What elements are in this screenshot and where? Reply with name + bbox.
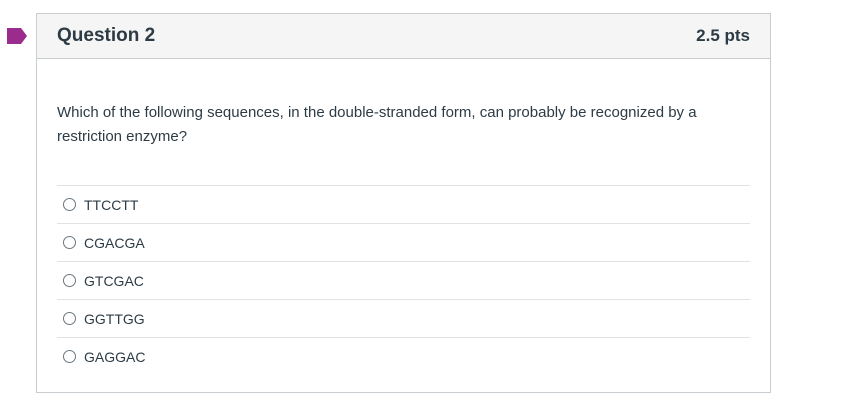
answer-label[interactable]: GGTTGG bbox=[84, 311, 145, 327]
radio-button[interactable] bbox=[63, 312, 76, 325]
answer-label[interactable]: GTCGAC bbox=[84, 273, 144, 289]
answer-option[interactable]: GAGGAC bbox=[57, 338, 750, 375]
question-text: Which of the following sequences, in the… bbox=[57, 104, 697, 145]
radio-button[interactable] bbox=[63, 236, 76, 249]
radio-button[interactable] bbox=[63, 350, 76, 363]
question-title: Question 2 bbox=[57, 25, 156, 46]
question-card: Question 2 2.5 pts Which of the followin… bbox=[36, 13, 771, 393]
flag-icon[interactable] bbox=[6, 27, 28, 45]
answer-label[interactable]: TTCCTT bbox=[84, 197, 138, 213]
answer-option[interactable]: GTCGAC bbox=[57, 262, 750, 300]
answer-option[interactable]: GGTTGG bbox=[57, 300, 750, 338]
radio-button[interactable] bbox=[63, 198, 76, 211]
question-points: 2.5 pts bbox=[696, 26, 750, 45]
question-header: Question 2 2.5 pts bbox=[37, 14, 770, 59]
answer-option[interactable]: TTCCTT bbox=[57, 186, 750, 224]
answer-label[interactable]: CGACGA bbox=[84, 235, 145, 251]
answer-list: TTCCTT CGACGA GTCGAC GGTTGG GAGGAC bbox=[57, 185, 750, 375]
answer-option[interactable]: CGACGA bbox=[57, 224, 750, 262]
question-body: Which of the following sequences, in the… bbox=[37, 59, 770, 375]
answer-label[interactable]: GAGGAC bbox=[84, 349, 145, 365]
radio-button[interactable] bbox=[63, 274, 76, 287]
